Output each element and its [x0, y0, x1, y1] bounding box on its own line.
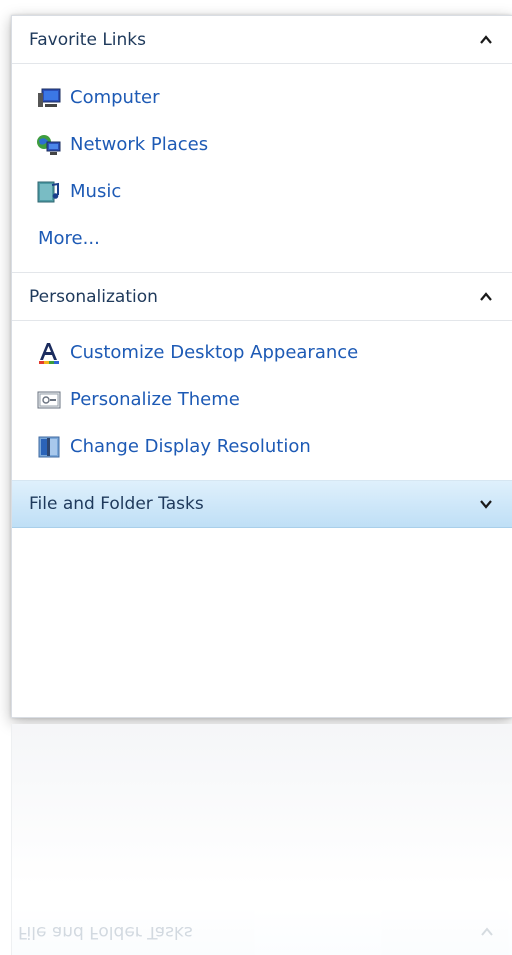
favorite-links-list: Computer Network Places Music More... [12, 64, 512, 272]
favorite-links-header[interactable]: Favorite Links [12, 16, 512, 64]
chevron-down-icon[interactable] [478, 496, 494, 512]
link-computer[interactable]: Computer [36, 74, 512, 121]
music-icon [37, 181, 59, 202]
link-music[interactable]: Music [36, 168, 512, 215]
link-personalize-theme[interactable]: Personalize Theme [36, 376, 512, 423]
chevron-up-icon [481, 927, 493, 936]
font-appearance-icon [39, 342, 59, 364]
theme-icon [37, 391, 61, 408]
personalization-header[interactable]: Personalization [12, 273, 512, 321]
favorite-links-title: Favorite Links [29, 29, 147, 50]
link-change-display-resolution[interactable]: Change Display Resolution [36, 423, 512, 470]
personalization-list: Customize Desktop Appearance Personalize… [12, 321, 512, 480]
file-folder-tasks-header[interactable]: File and Folder Tasks [12, 480, 512, 528]
link-more[interactable]: More... [36, 215, 512, 262]
link-computer-label: Computer [70, 87, 160, 108]
reflection-bar: File and Folder Tasks [12, 909, 512, 955]
file-folder-tasks-title: File and Folder Tasks [29, 494, 204, 514]
link-customize-desktop[interactable]: Customize Desktop Appearance [36, 329, 512, 376]
display-resolution-icon [38, 436, 60, 457]
task-pane: Favorite Links Computer Network Places M… [11, 15, 512, 718]
link-music-label: Music [70, 181, 122, 202]
panel-reflection: File and Folder Tasks [11, 724, 512, 955]
link-change-display-resolution-label: Change Display Resolution [70, 436, 311, 457]
personalization-title: Personalization [29, 286, 158, 307]
link-network-places-label: Network Places [70, 134, 209, 155]
link-personalize-theme-label: Personalize Theme [70, 389, 240, 410]
link-network-places[interactable]: Network Places [36, 121, 512, 168]
reflection-text: File and Folder Tasks [18, 922, 193, 942]
network-places-icon [37, 134, 61, 155]
computer-icon [38, 88, 61, 107]
link-customize-desktop-label: Customize Desktop Appearance [70, 342, 359, 363]
chevron-up-icon[interactable] [478, 32, 494, 48]
link-more-label: More... [38, 228, 100, 249]
chevron-up-icon[interactable] [478, 289, 494, 305]
